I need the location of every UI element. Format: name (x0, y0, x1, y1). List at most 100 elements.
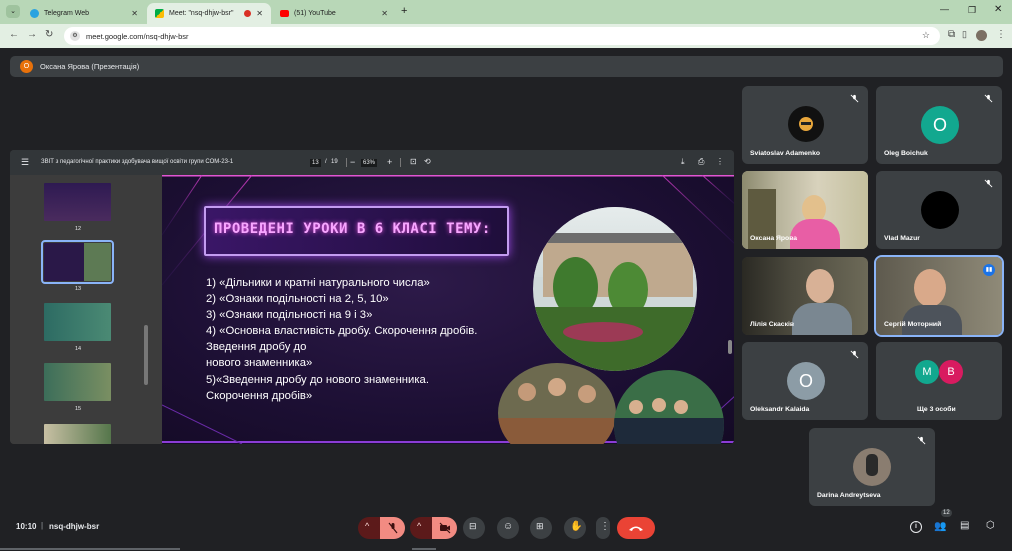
mic-options-button[interactable]: ^ (358, 517, 380, 539)
thumbnail-page-16[interactable] (44, 424, 111, 444)
participant-tile[interactable]: Vlad Mazur (876, 171, 1002, 249)
speaking-indicator-icon: ▮▮ (983, 264, 995, 276)
chevron-up-icon: ^ (417, 521, 422, 531)
chat-button[interactable]: ▤ (960, 520, 969, 531)
tab-label: Meet: "nsq-dhjw-bsr" (169, 10, 234, 17)
close-tab-icon[interactable]: ✕ (131, 9, 138, 18)
thumbnail-label: 12 (74, 226, 82, 232)
participant-tile[interactable]: O Oleksandr Kalaida (742, 342, 868, 420)
thumbnail-page-14[interactable] (44, 303, 111, 341)
microphone-toggle-button[interactable] (380, 517, 405, 539)
participant-avatar (853, 448, 891, 486)
thumbnail-page-13[interactable] (41, 240, 114, 284)
thumbnail-page-15[interactable] (44, 363, 111, 401)
participant-avatar: B (939, 360, 963, 384)
recording-dot-icon (244, 10, 251, 17)
more-options-button[interactable]: ⋮ (596, 517, 610, 539)
page-current[interactable]: 13 (310, 159, 321, 167)
restore-button[interactable]: ❐ (968, 5, 976, 16)
meeting-time: 10:10 (16, 522, 37, 531)
divider (346, 158, 347, 167)
thumbnail-page-12[interactable] (44, 183, 111, 221)
youtube-icon (280, 10, 289, 17)
slide-title: ПРОВЕДЕНІ УРОКИ В 6 КЛАСІ ТЕМУ: (214, 221, 491, 237)
participant-name: Сергій Моторний (884, 321, 942, 328)
browser-menu-icon[interactable]: ⋮ (996, 29, 1006, 40)
participant-avatar (921, 191, 959, 229)
raise-hand-button[interactable]: ✋ (564, 517, 586, 539)
zoom-in-icon[interactable]: + (387, 157, 392, 167)
thumbnail-label: 14 (74, 346, 82, 352)
camera-options-button[interactable]: ^ (410, 517, 432, 539)
meeting-separator: | (41, 521, 44, 530)
presenter-avatar: О (20, 60, 33, 73)
page-scrollbar[interactable] (728, 340, 732, 354)
participant-tile[interactable]: Оксана Ярова (742, 171, 868, 249)
captions-icon: ⊟ (469, 521, 477, 531)
sidebar-icon[interactable]: ▯ (962, 29, 967, 40)
forward-icon[interactable]: → (27, 29, 37, 40)
presenter-label: Оксана Ярова (Презентація) (40, 62, 140, 71)
menu-icon[interactable]: ☰ (21, 157, 29, 168)
thumbnail-label: 13 (74, 286, 82, 292)
new-tab-button[interactable]: + (401, 5, 407, 17)
presentation-banner: О Оксана Ярова (Презентація) (10, 56, 1003, 77)
profile-avatar[interactable] (976, 30, 987, 41)
bookmark-star-icon[interactable]: ☆ (922, 30, 930, 41)
pdf-toolbar: ☰ ЗВІТ з педагогічної практики здобувача… (10, 150, 734, 175)
reactions-button[interactable]: ☺ (497, 517, 519, 539)
participant-avatar: O (921, 106, 959, 144)
fit-page-icon[interactable]: ⊡ (410, 157, 417, 166)
browser-tab-strip: ⌄ Telegram Web ✕ Meet: "nsq-dhjw-bsr" ✕ … (0, 0, 1012, 24)
slide-line: 3) «Ознаки подільності на 9 і 3» (206, 309, 373, 321)
slide-title-frame: ПРОВЕДЕНІ УРОКИ В 6 КЛАСІ ТЕМУ: (204, 206, 509, 256)
zoom-out-icon[interactable]: − (350, 157, 355, 167)
participant-tile[interactable]: O Oleg Boichuk (876, 86, 1002, 164)
tab-telegram[interactable]: Telegram Web ✕ (22, 3, 146, 24)
captions-button[interactable]: ⊟ (463, 517, 485, 539)
present-button[interactable]: ⊞ (530, 517, 552, 539)
activities-button[interactable]: ⬡ (986, 520, 995, 531)
download-icon[interactable]: ⤓ (681, 157, 685, 167)
more-participants-tile[interactable]: M B Ще 3 особи (876, 342, 1002, 420)
more-vert-icon: ⋮ (600, 521, 610, 532)
participant-tile[interactable]: Sviatoslav Adamenko (742, 86, 868, 164)
tab-meet[interactable]: Meet: "nsq-dhjw-bsr" ✕ (147, 3, 271, 24)
close-tab-icon[interactable]: ✕ (256, 9, 263, 18)
address-bar[interactable]: ⚙ meet.google.com/nsq-dhjw-bsr ☆ (64, 27, 940, 45)
back-icon[interactable]: ← (9, 29, 19, 40)
zoom-level[interactable]: 63% (361, 159, 378, 167)
close-tab-icon[interactable]: ✕ (381, 9, 388, 18)
extensions-icon[interactable]: ⧉ (948, 29, 955, 40)
pdf-title: ЗВІТ з педагогічної практики здобувача в… (41, 159, 234, 165)
muted-mic-icon (917, 436, 926, 445)
slide-line: 1) «Дільники и кратні натурального числа… (206, 277, 430, 289)
participant-tile[interactable]: Darina Andreytseva (809, 428, 935, 506)
more-options-icon[interactable]: ⋮ (716, 157, 724, 166)
tab-youtube[interactable]: (51) YouTube ✕ (272, 3, 396, 24)
url-text: meet.google.com/nsq-dhjw-bsr (86, 31, 189, 41)
rotate-icon[interactable]: ⟲ (424, 157, 431, 166)
meeting-info-button[interactable]: i (910, 521, 922, 533)
emoji-icon: ☺ (503, 521, 514, 532)
thumbnail-scrollbar[interactable] (144, 325, 148, 385)
participant-name: Darina Andreytseva (817, 492, 881, 499)
close-window-button[interactable]: ✕ (994, 4, 1002, 15)
people-button[interactable]: 👥 12 (934, 509, 952, 535)
tab-label: (51) YouTube (294, 10, 336, 17)
site-info-icon[interactable]: ⚙ (70, 31, 80, 41)
participant-tile-active-speaker[interactable]: ▮▮ Сергій Моторний (874, 255, 1004, 337)
participant-tile[interactable]: Лілія Скасків (742, 257, 868, 335)
hang-up-icon (629, 526, 643, 531)
muted-mic-icon (984, 94, 993, 103)
minimize-button[interactable]: — (940, 4, 949, 14)
leave-call-button[interactable] (617, 517, 655, 539)
tab-search-button[interactable]: ⌄ (6, 5, 20, 18)
activities-icon: ⬡ (986, 520, 995, 531)
divider (400, 158, 401, 167)
mic-off-icon (388, 522, 398, 534)
bee-logo-icon (799, 117, 813, 131)
reload-icon[interactable]: ↻ (45, 29, 53, 40)
camera-toggle-button[interactable] (432, 517, 457, 539)
print-icon[interactable]: ⎙ (698, 157, 704, 167)
